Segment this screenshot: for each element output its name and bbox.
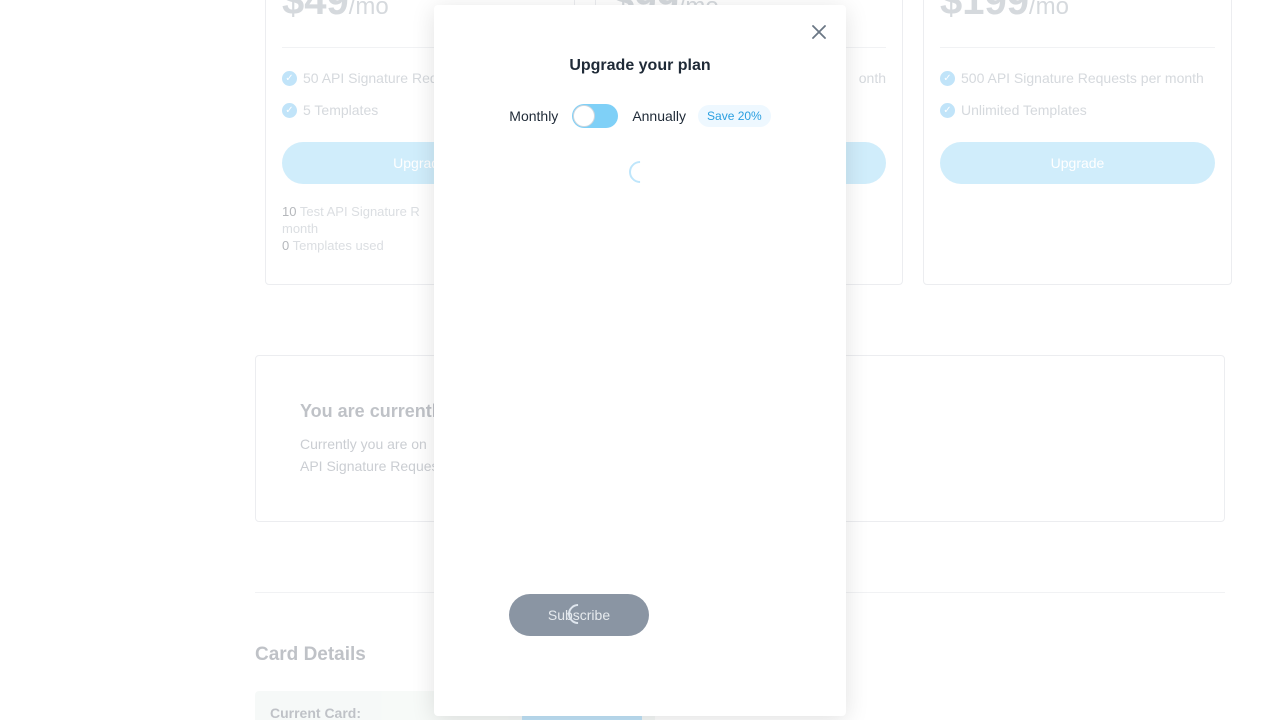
plan-card-business: $199/mo ✓ 500 API Signature Requests per … [923,0,1232,285]
close-icon [812,25,826,39]
upgrade-button[interactable]: Upgrade [940,142,1215,184]
check-circle-icon: ✓ [940,70,955,86]
check-circle-icon: ✓ [282,70,297,86]
usage-line: 10 Test API Signature R [282,204,420,219]
plan-feature: ✓ Unlimited Templates [940,102,1087,118]
page: $49/mo ✓ 50 API Signature Req ✓ 5 Template… [0,0,1280,720]
billing-period-toggle[interactable] [572,104,619,128]
plan-feature: ✓ 50 API Signature Req [282,70,438,86]
divider [940,47,1215,48]
current-card-label: Current Card: [270,705,362,720]
loading-spinner-icon [624,156,656,188]
plan-price: $49/mo [282,0,389,23]
plan-feature: ✓ 500 API Signature Requests per month [940,70,1204,86]
current-plan-title: You are currentl [300,401,437,421]
usage-line: month [282,221,319,236]
monthly-label: Monthly [509,108,559,124]
upgrade-modal: Upgrade your plan Monthly Annually Save … [434,5,846,716]
modal-title: Upgrade your plan [569,57,711,74]
save-badge: Save 20% [698,105,771,127]
current-plan-text: Currently you are on [300,436,427,452]
plan-feature: onth [858,70,886,86]
plan-feature: ✓ 5 Templates [282,102,378,118]
check-circle-icon: ✓ [940,102,955,118]
annually-label: Annually [632,108,687,124]
billing-toggle-row: Monthly Annually Save 20% [434,104,846,128]
plan-price: $199/mo [940,0,1069,23]
toggle-knob [573,105,596,127]
check-circle-icon: ✓ [282,102,297,118]
current-plan-text: API Signature Reques [300,458,439,474]
close-button[interactable] [808,21,830,43]
card-details-heading: Card Details [255,644,366,665]
usage-line: 0 Templates used [282,238,384,253]
